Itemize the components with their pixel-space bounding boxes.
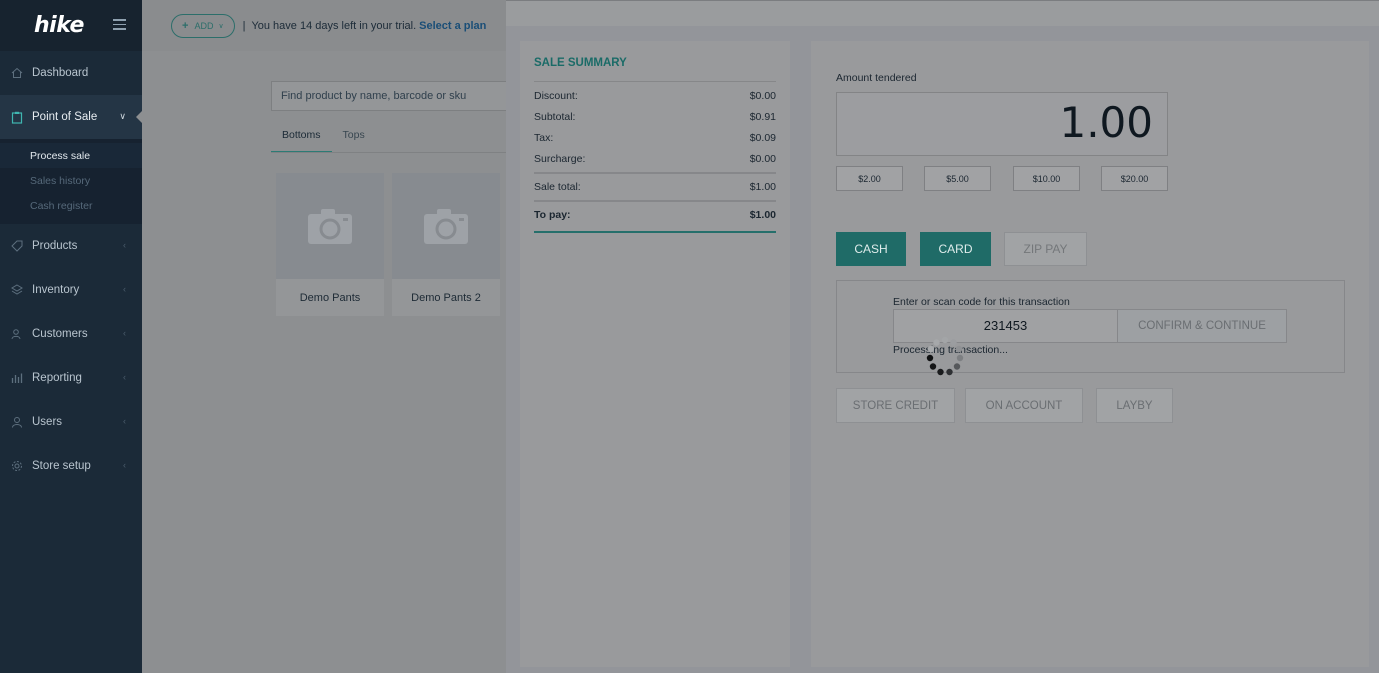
sidebar-item-label: Reporting [32, 372, 82, 384]
sidebar-item-label: Users [32, 416, 63, 428]
clipboard-icon [10, 110, 24, 124]
sidebar-item-products[interactable]: Products ‹ [0, 224, 142, 268]
tag-icon [10, 239, 24, 253]
sidebar-item-inventory[interactable]: Inventory ‹ [0, 268, 142, 312]
product-name: Demo Pants 2 [411, 291, 481, 304]
product-name: Demo Pants [299, 291, 361, 304]
chevron-left-icon: ‹ [123, 284, 126, 294]
sidebar-item-label: Dashboard [32, 67, 89, 79]
loading-spinner-icon [926, 336, 964, 376]
chevron-left-icon: ‹ [123, 240, 126, 250]
submenu-item-sales-history[interactable]: Sales history [0, 168, 142, 193]
chevron-left-icon: ‹ [123, 328, 126, 338]
submenu-item-cash-register[interactable]: Cash register [0, 193, 142, 218]
category-tabs: Bottoms Tops [271, 123, 376, 153]
layby-button[interactable]: LAYBY [1096, 388, 1173, 423]
sale-summary-panel: SALE SUMMARY Discount: $0.00 Subtotal: $0.… [520, 41, 790, 667]
chevron-left-icon: ‹ [123, 460, 126, 470]
bar-chart-icon [10, 371, 24, 385]
quick-amount-button[interactable]: $5.00 [924, 166, 991, 191]
summary-row-to-pay: To pay: $1.00 [534, 208, 776, 221]
product-card[interactable]: Demo Pants 2 [392, 173, 500, 316]
sidebar-item-label: Customers [32, 328, 88, 340]
separator: | [242, 19, 246, 32]
quick-amount-button[interactable]: $20.00 [1101, 166, 1168, 191]
plus-icon: + [182, 19, 189, 32]
store-credit-button[interactable]: STORE CREDIT [836, 388, 955, 423]
summary-divider [534, 172, 776, 174]
chevron-left-icon: ‹ [123, 416, 126, 426]
hike-logo[interactable]: hike [34, 13, 84, 38]
summary-accent-line [534, 231, 776, 233]
gear-icon [10, 459, 24, 473]
select-plan-link[interactable]: Select a plan [419, 20, 486, 32]
sidebar: hike Dashboard Point of Sale ∨ Process s… [0, 0, 143, 673]
add-button[interactable]: + ADD ∨ [171, 13, 235, 38]
product-search-input[interactable]: Find product by name, barcode or sku [271, 81, 511, 111]
amount-tendered-input[interactable]: 1.00 [836, 92, 1168, 156]
user-icon [10, 415, 24, 429]
tab-bottoms[interactable]: Bottoms [271, 123, 332, 153]
modal-header [506, 0, 1379, 26]
summary-divider [534, 200, 776, 202]
confirm-continue-button[interactable]: CONFIRM & CONTINUE [1117, 309, 1287, 343]
hamburger-menu-icon[interactable] [113, 19, 126, 30]
sidebar-item-reporting[interactable]: Reporting ‹ [0, 356, 142, 400]
summary-row-subtotal: Subtotal: $0.91 [534, 110, 776, 123]
sidebar-item-label: Inventory [32, 284, 80, 296]
pos-submenu: Process sale Sales history Cash register [0, 139, 142, 224]
sidebar-item-dashboard[interactable]: Dashboard [0, 51, 142, 95]
cash-button[interactable]: CASH [836, 232, 906, 266]
sidebar-item-label: Point of Sale [32, 111, 98, 123]
tabs-divider [271, 152, 511, 153]
product-area: Find product by name, barcode or sku Bot… [142, 51, 511, 673]
camera-icon [392, 173, 500, 279]
home-icon [10, 66, 24, 80]
tab-tops[interactable]: Tops [332, 123, 376, 153]
sidebar-header: hike [0, 0, 142, 51]
topbar: + ADD ∨ | You have 14 days left in your … [142, 0, 506, 51]
sidebar-item-users[interactable]: Users ‹ [0, 400, 142, 444]
trial-text: You have 14 days left in your trial. [251, 19, 417, 32]
sidebar-item-label: Store setup [32, 460, 91, 472]
transaction-code-panel: Enter or scan code for this transaction … [836, 280, 1345, 376]
users-icon [10, 327, 24, 341]
layers-icon [10, 283, 24, 297]
sidebar-item-customers[interactable]: Customers ‹ [0, 312, 142, 356]
quick-amount-button[interactable]: $2.00 [836, 166, 903, 191]
product-card[interactable]: Demo Pants [276, 173, 384, 316]
code-label: Enter or scan code for this transaction [893, 296, 1070, 308]
zip-pay-button[interactable]: ZIP PAY [1004, 232, 1087, 266]
chevron-down-icon: ∨ [119, 111, 126, 121]
payment-panel: Amount tendered 1.00 $2.00 $5.00 $10.00 … [811, 41, 1369, 667]
summary-row-discount: Discount: $0.00 [534, 89, 776, 102]
chevron-down-icon: ∨ [218, 22, 224, 30]
summary-row-surcharge: Surcharge: $0.00 [534, 152, 776, 165]
payment-modal: SALE SUMMARY Discount: $0.00 Subtotal: $0.… [506, 0, 1379, 673]
sidebar-item-point-of-sale[interactable]: Point of Sale ∨ [0, 95, 143, 139]
summary-row-tax: Tax: $0.09 [534, 131, 776, 144]
card-button[interactable]: CARD [920, 232, 991, 266]
add-button-label: ADD [194, 20, 214, 31]
sidebar-item-label: Products [32, 240, 78, 252]
sale-summary-title: SALE SUMMARY [534, 57, 776, 82]
submenu-item-process-sale[interactable]: Process sale [0, 143, 142, 168]
summary-row-sale-total: Sale total: $1.00 [534, 180, 776, 193]
amount-tendered-label: Amount tendered [836, 72, 917, 84]
camera-icon [276, 173, 384, 279]
on-account-button[interactable]: ON ACCOUNT [965, 388, 1083, 423]
chevron-left-icon: ‹ [123, 372, 126, 382]
quick-amount-button[interactable]: $10.00 [1013, 166, 1080, 191]
sidebar-item-store-setup[interactable]: Store setup ‹ [0, 444, 142, 488]
